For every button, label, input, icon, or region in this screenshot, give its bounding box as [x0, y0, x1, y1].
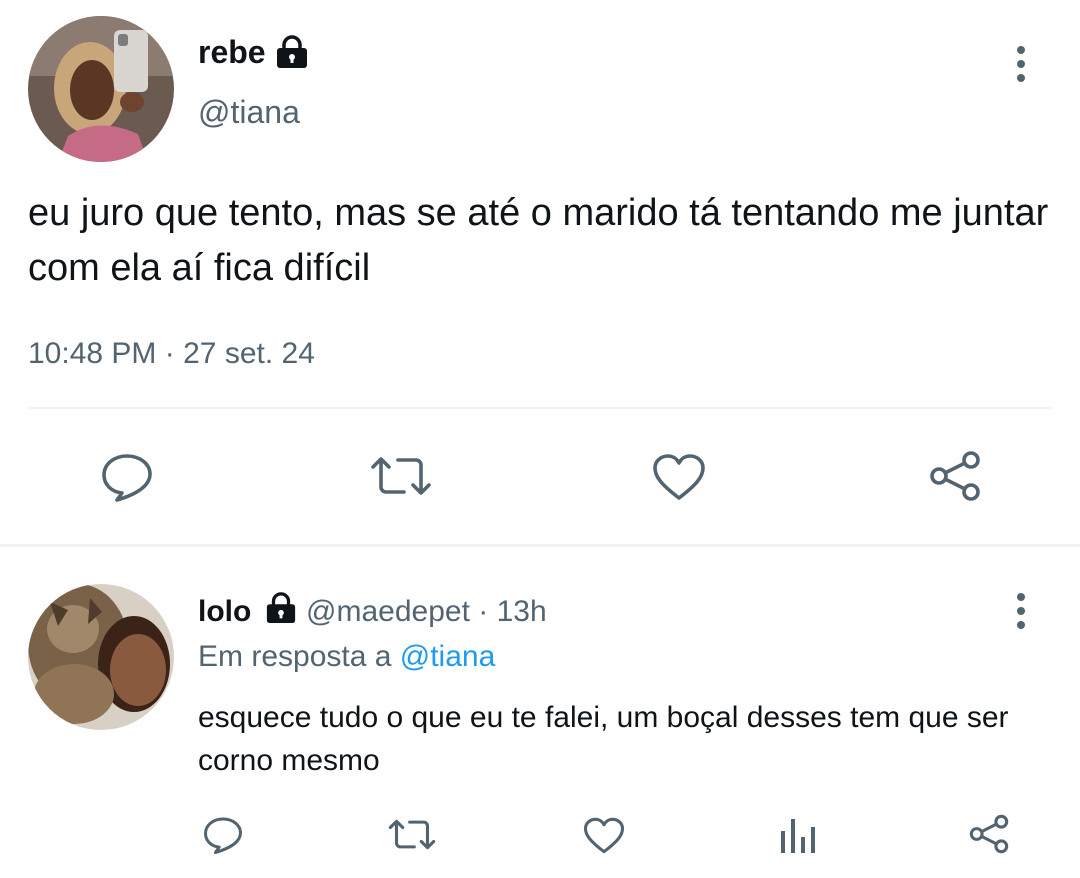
lock-icon — [274, 35, 310, 69]
retweet-icon — [388, 819, 436, 850]
reply-time[interactable]: 13h — [497, 595, 547, 628]
reply-author-name[interactable]: lolo — [198, 595, 251, 628]
more-vertical-icon[interactable] — [1015, 593, 1027, 635]
section-divider — [0, 544, 1080, 547]
views-button[interactable] — [778, 815, 816, 855]
reply-button[interactable] — [203, 816, 243, 854]
date-separator: · — [164, 337, 175, 370]
like-button[interactable] — [652, 453, 706, 501]
tweet-date[interactable]: 27 set. 24 — [183, 337, 315, 370]
reply-icon — [204, 817, 243, 854]
reply-button[interactable] — [101, 452, 153, 502]
divider — [28, 407, 1052, 409]
share-icon — [930, 451, 980, 501]
author-name[interactable]: rebe — [198, 32, 266, 72]
avatar[interactable] — [28, 16, 174, 162]
avatar[interactable] — [28, 584, 174, 730]
retweet-button[interactable] — [388, 818, 436, 851]
more-vertical-icon[interactable] — [1015, 46, 1027, 88]
heart-icon — [583, 817, 625, 854]
analytics-icon — [781, 819, 815, 853]
retweet-button[interactable] — [370, 455, 432, 497]
share-icon — [969, 814, 1009, 854]
in-reply-handle[interactable]: @tiana — [400, 640, 496, 673]
in-reply-prefix: Em resposta a — [198, 640, 392, 673]
lock-icon — [264, 592, 298, 624]
share-button[interactable] — [968, 814, 1010, 854]
reply-author-handle[interactable]: @maedepet — [306, 595, 470, 628]
reply-text: esquece tudo o que eu te falei, um boçal… — [198, 701, 1009, 777]
author-handle[interactable]: @tiana — [198, 92, 300, 132]
tweet-text: eu juro que tento, mas se até o marido t… — [28, 192, 1049, 289]
reply-header: lolo @maedepet · 13h — [198, 592, 547, 631]
like-button[interactable] — [583, 817, 625, 854]
heart-icon — [653, 454, 705, 500]
in-reply-to: Em resposta a @tiana — [198, 638, 495, 676]
time-separator: · — [478, 595, 489, 628]
tweet-timestamp: 10:48 PM · 27 set. 24 — [28, 337, 315, 371]
share-button[interactable] — [928, 450, 982, 502]
retweet-icon — [371, 457, 431, 495]
reply-icon — [102, 454, 152, 502]
tweet-time[interactable]: 10:48 PM — [28, 337, 156, 370]
